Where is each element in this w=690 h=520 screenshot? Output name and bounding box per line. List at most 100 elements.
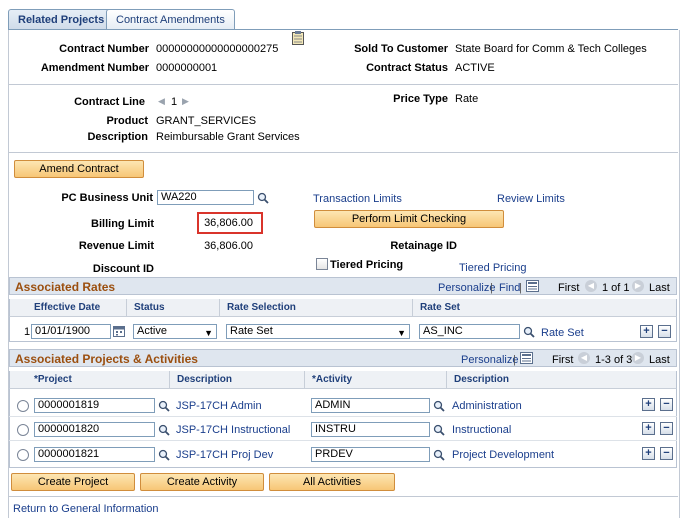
project-description-link[interactable]: JSP-17CH Admin: [176, 400, 262, 412]
view-all-icon[interactable]: [520, 352, 533, 364]
project-row-radio[interactable]: [17, 400, 29, 412]
transaction-limits-link[interactable]: Transaction Limits: [313, 193, 402, 205]
retainage-id-label: Retainage ID: [390, 240, 457, 252]
search-icon[interactable]: [523, 326, 535, 338]
associated-rates-header: Associated Rates Personalize | Find | Fi…: [9, 277, 677, 295]
add-row-icon[interactable]: +: [642, 447, 655, 460]
associated-projects-title: Associated Projects & Activities: [15, 352, 198, 366]
search-icon[interactable]: [433, 424, 445, 436]
next-line-icon[interactable]: ▶: [182, 96, 189, 107]
rate-selection-select[interactable]: Rate Set ▼: [226, 324, 410, 339]
sold-to-value: State Board for Comm & Tech Colleges: [455, 43, 647, 55]
create-project-button[interactable]: Create Project: [11, 473, 135, 491]
search-icon[interactable]: [433, 400, 445, 412]
rates-column-header: Effective Date Status Rate Selection Rat…: [9, 299, 677, 317]
divider: [9, 84, 678, 85]
tab-contract-amendments[interactable]: Contract Amendments: [106, 9, 235, 30]
price-type-label: Price Type: [393, 93, 448, 105]
create-activity-button[interactable]: Create Activity: [140, 473, 264, 491]
search-icon[interactable]: [158, 424, 170, 436]
search-icon[interactable]: [158, 449, 170, 461]
activity-input[interactable]: ADMIN: [311, 398, 430, 413]
associated-rates-title: Associated Rates: [15, 280, 116, 294]
tiered-pricing-link[interactable]: Tiered Pricing: [459, 262, 526, 274]
all-activities-button[interactable]: All Activities: [269, 473, 395, 491]
col-divider: [126, 299, 127, 316]
tiered-pricing-checkbox[interactable]: [316, 258, 328, 270]
review-limits-link[interactable]: Review Limits: [497, 193, 565, 205]
billing-limit-label: Billing Limit: [91, 218, 154, 230]
activity-description-link[interactable]: Project Development: [452, 449, 554, 461]
col-activity: *Activity: [312, 374, 353, 385]
rates-first-label[interactable]: First: [558, 282, 579, 294]
projects-prev-icon[interactable]: ◀: [578, 352, 590, 364]
product-value: GRANT_SERVICES: [156, 115, 257, 127]
delete-row-icon[interactable]: −: [660, 447, 673, 460]
project-description-link[interactable]: JSP-17CH Proj Dev: [176, 449, 273, 461]
project-description-link[interactable]: JSP-17CH Instructional: [176, 424, 290, 436]
row-divider: [9, 440, 677, 441]
col-project-description: Description: [177, 374, 233, 385]
prev-line-icon[interactable]: ◀: [158, 96, 165, 107]
col-effective-date: Effective Date: [34, 302, 101, 313]
col-divider: [219, 299, 220, 316]
contract-number-label: Contract Number: [59, 43, 149, 55]
dropdown-arrow-icon: ▼: [204, 328, 213, 338]
activity-description-link[interactable]: Instructional: [452, 424, 511, 436]
rates-range: 1 of 1: [602, 282, 630, 294]
calendar-icon[interactable]: [113, 325, 125, 337]
projects-personalize-link[interactable]: Personalize: [461, 354, 518, 366]
pc-business-unit-input[interactable]: WA220: [157, 190, 254, 205]
search-icon[interactable]: [433, 449, 445, 461]
activity-description-link[interactable]: Administration: [452, 400, 522, 412]
amend-contract-button[interactable]: Amend Contract: [14, 160, 144, 178]
contract-number-value: 00000000000000000275: [156, 43, 279, 55]
project-row-radio[interactable]: [17, 424, 29, 436]
view-all-icon[interactable]: [526, 280, 539, 292]
delete-row-icon[interactable]: −: [658, 325, 671, 338]
rates-last-label[interactable]: Last: [649, 282, 670, 294]
search-icon[interactable]: [158, 400, 170, 412]
projects-range: 1-3 of 3: [595, 354, 633, 366]
activity-input[interactable]: PRDEV: [311, 447, 430, 462]
project-input[interactable]: 0000001819: [34, 398, 155, 413]
price-type-value: Rate: [455, 93, 479, 105]
tab-related-projects[interactable]: Related Projects: [8, 9, 115, 30]
projects-last-label[interactable]: Last: [649, 354, 670, 366]
activity-input[interactable]: INSTRU: [311, 422, 430, 437]
projects-first-label[interactable]: First: [552, 354, 573, 366]
rate-selection-value: Rate Set: [230, 325, 273, 337]
rates-personalize-link[interactable]: Personalize: [438, 282, 495, 294]
row-divider: [9, 416, 677, 417]
contract-status-value: ACTIVE: [455, 62, 495, 74]
add-row-icon[interactable]: +: [640, 325, 653, 338]
rate-set-link[interactable]: Rate Set: [541, 327, 584, 339]
projects-next-icon[interactable]: ▶: [632, 352, 644, 364]
project-input[interactable]: 0000001821: [34, 447, 155, 462]
project-row-radio[interactable]: [17, 449, 29, 461]
delete-row-icon[interactable]: −: [660, 422, 673, 435]
add-row-icon[interactable]: +: [642, 422, 655, 435]
separator: |: [490, 282, 493, 294]
rates-prev-icon[interactable]: ◀: [585, 280, 597, 292]
col-rate-set: Rate Set: [420, 302, 461, 313]
divider: [9, 496, 678, 497]
rates-next-icon[interactable]: ▶: [632, 280, 644, 292]
effective-date-input[interactable]: 01/01/1900: [31, 324, 111, 339]
sold-to-label: Sold To Customer: [354, 43, 448, 55]
rates-find-link[interactable]: Find: [499, 282, 520, 294]
pc-business-unit-label: PC Business Unit: [61, 192, 153, 204]
tiered-pricing-check-label: Tiered Pricing: [330, 259, 404, 271]
col-project: *Project: [34, 374, 72, 385]
col-divider: [169, 371, 170, 388]
search-icon[interactable]: [257, 192, 269, 204]
return-to-general-information-link[interactable]: Return to General Information: [13, 503, 159, 515]
perform-limit-checking-button[interactable]: Perform Limit Checking: [314, 210, 504, 228]
tab-bar: Related Projects Contract Amendments: [0, 0, 690, 30]
add-row-icon[interactable]: +: [642, 398, 655, 411]
status-select[interactable]: Active ▼: [133, 324, 217, 339]
associated-projects-header: Associated Projects & Activities Persona…: [9, 349, 677, 367]
delete-row-icon[interactable]: −: [660, 398, 673, 411]
rate-set-input[interactable]: AS_INC: [419, 324, 520, 339]
project-input[interactable]: 0000001820: [34, 422, 155, 437]
